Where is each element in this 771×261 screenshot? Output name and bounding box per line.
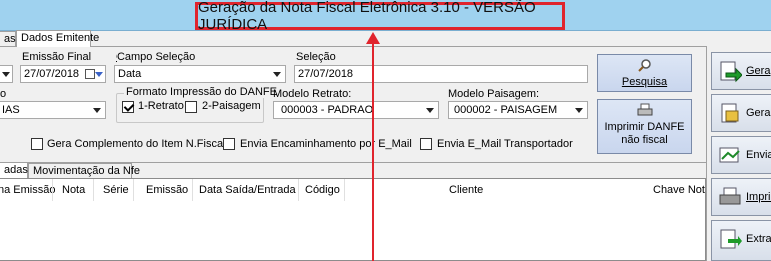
- column-separator: [52, 179, 53, 201]
- imprimir-line1: Imprimir DANFE: [604, 121, 685, 133]
- retrato-checkbox[interactable]: [122, 101, 134, 113]
- column-header[interactable]: Data Saída/Entrada: [199, 179, 296, 201]
- nfe-grid[interactable]: na Emissão Nota Série Emissão Data Saída…: [0, 178, 706, 261]
- emissao-final-field[interactable]: 27/07/2018: [20, 65, 106, 83]
- tab-divider: [0, 46, 16, 47]
- column-separator: [133, 179, 134, 201]
- pesquisa-label: Pesquisa: [621, 76, 668, 88]
- side-divider: [706, 46, 707, 261]
- imprimir-line2: não fiscal: [621, 134, 668, 146]
- tab-partial-adas[interactable]: adas: [0, 162, 28, 179]
- title-highlight-box: Geração da Nota Fiscal Eletrônica 3.10 -…: [195, 0, 565, 33]
- side-button-gera-2[interactable]: Gera: [711, 94, 771, 132]
- tab-dados-emitente[interactable]: Dados Emitente: [16, 30, 99, 47]
- side-button-label: Extra: [746, 233, 771, 245]
- envia-transportador-label: Envia E_Mail Transportador: [437, 138, 573, 150]
- envia-transportador-checkbox[interactable]: [420, 138, 432, 150]
- annotation-arrow-icon: [366, 32, 380, 44]
- modelo-paisagem-value: 000002 - PAISAGEM: [454, 104, 558, 116]
- column-header[interactable]: Nota: [62, 179, 85, 201]
- window-title: Geração da Nota Fiscal Eletrônica 3.10 -…: [198, 0, 536, 33]
- envia-encaminhamento-label: Envia Encaminhamento por E_Mail: [240, 138, 412, 150]
- chevron-down-icon: [273, 72, 281, 77]
- campo-selecao-dropdown[interactable]: Data: [114, 65, 286, 83]
- campo-selecao-label: CCampo Seleção: [116, 51, 196, 63]
- pesquisa-button[interactable]: Pesquisa: [597, 54, 692, 92]
- calendar-icon[interactable]: [85, 69, 95, 79]
- document-extract-icon: [720, 229, 742, 249]
- column-separator: [344, 179, 345, 201]
- side-button-label: Gera: [746, 65, 771, 77]
- emissao-final-value: 27/07/2018: [24, 68, 80, 80]
- imprimir-danfe-button[interactable]: Imprimir DANFE não fiscal: [597, 99, 692, 154]
- tab-partial[interactable]: as: [0, 31, 16, 47]
- modelo-retrato-value: 000003 - PADRAO: [281, 104, 374, 116]
- magnifier-icon: [637, 59, 651, 72]
- chevron-down-icon: [575, 108, 583, 113]
- titlebar-border: [0, 30, 771, 31]
- column-separator: [192, 179, 193, 201]
- annotation-arrow-line: [372, 42, 374, 261]
- column-header[interactable]: Chave Not: [653, 179, 705, 201]
- envia-encaminhamento-checkbox[interactable]: [223, 138, 235, 150]
- modelo-retrato-label: Modelo Retrato:: [273, 88, 352, 100]
- left-partial-label: o: [0, 88, 7, 100]
- paisagem-label: 2-Paisagem: [202, 100, 261, 112]
- formato-label: Formato Impressão do DANFE: [124, 86, 279, 98]
- column-header[interactable]: Emissão: [146, 179, 188, 201]
- column-header[interactable]: Série: [103, 179, 129, 201]
- side-button-label: Envia: [746, 149, 771, 161]
- chevron-down-icon: [2, 72, 10, 77]
- column-header[interactable]: Cliente: [449, 179, 483, 201]
- gera-complemento-checkbox[interactable]: [31, 138, 43, 150]
- paisagem-checkbox[interactable]: [185, 101, 197, 113]
- selecao-input[interactable]: 27/07/2018: [294, 65, 588, 83]
- modelo-paisagem-dropdown[interactable]: 000002 - PAISAGEM: [448, 101, 588, 119]
- modelo-paisagem-label: Modelo Paisagem:: [448, 88, 540, 100]
- chevron-down-icon[interactable]: [95, 72, 103, 77]
- document-icon: [721, 103, 739, 123]
- column-separator: [298, 179, 299, 201]
- side-button-imprimir[interactable]: Imprim: [711, 178, 771, 216]
- column-separator: [93, 179, 94, 201]
- column-header[interactable]: na Emissão: [0, 179, 55, 201]
- side-button-gera-1[interactable]: Gera: [711, 52, 771, 90]
- gera-complemento-label: Gera Complemento do Item N.Fiscal: [47, 138, 226, 150]
- modelo-retrato-dropdown[interactable]: 000003 - PADRAO: [273, 101, 439, 119]
- tab-movimentacao-nfe[interactable]: Movimentação da Nfe: [28, 163, 140, 179]
- email-icon: [719, 147, 740, 163]
- retrato-label: 1-Retrato: [138, 100, 184, 112]
- side-button-label: Imprim: [746, 191, 771, 203]
- chevron-down-icon: [93, 108, 101, 113]
- chevron-down-icon: [426, 108, 434, 113]
- emissao-final-label: Emissão Final: [22, 51, 92, 63]
- tab-divider: [91, 46, 706, 47]
- side-button-label: Gera: [746, 107, 771, 119]
- selecao-label: Seleção: [296, 51, 336, 63]
- left-partial-value: IAS: [2, 104, 20, 116]
- left-partial-select[interactable]: IAS: [0, 101, 106, 119]
- left-partial-dropdown[interactable]: [0, 65, 13, 83]
- campo-selecao-value: Data: [118, 68, 142, 80]
- printer-icon: [719, 187, 741, 205]
- side-button-extra[interactable]: Extra: [711, 220, 771, 261]
- side-button-envia[interactable]: Envia: [711, 136, 771, 174]
- printer-icon: [637, 103, 652, 116]
- column-header[interactable]: Código: [305, 179, 340, 201]
- document-arrow-icon: [720, 61, 742, 83]
